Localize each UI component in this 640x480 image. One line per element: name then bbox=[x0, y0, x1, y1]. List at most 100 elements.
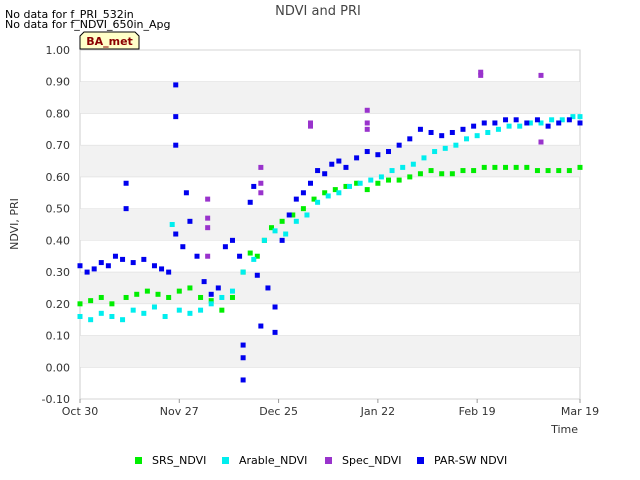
data-point bbox=[173, 114, 179, 120]
data-point bbox=[453, 142, 459, 148]
data-point bbox=[258, 323, 264, 329]
x-tick-label: Oct 30 bbox=[62, 405, 99, 418]
data-point bbox=[77, 263, 83, 269]
data-point bbox=[84, 269, 90, 275]
data-point bbox=[293, 196, 299, 202]
data-point bbox=[577, 114, 583, 120]
y-tick-label: 0.70 bbox=[46, 139, 71, 152]
data-point bbox=[503, 117, 509, 123]
data-point bbox=[247, 199, 253, 205]
data-point bbox=[194, 253, 200, 259]
data-point bbox=[159, 266, 165, 272]
data-point bbox=[208, 291, 214, 297]
data-point bbox=[407, 136, 413, 142]
data-point bbox=[524, 120, 530, 126]
data-point bbox=[105, 263, 111, 269]
data-point bbox=[428, 168, 434, 174]
data-point bbox=[98, 260, 104, 266]
data-point bbox=[432, 149, 438, 155]
data-point bbox=[293, 218, 299, 224]
x-tick-label: Dec 25 bbox=[259, 405, 298, 418]
data-point bbox=[91, 266, 97, 272]
station-badge-label: BA_met bbox=[86, 35, 133, 48]
data-point bbox=[549, 117, 555, 123]
y-tick-label: 0.20 bbox=[46, 298, 71, 311]
data-point bbox=[478, 72, 484, 78]
y-tick-label: 0.40 bbox=[46, 234, 71, 247]
data-point bbox=[272, 304, 278, 310]
data-point bbox=[556, 120, 562, 126]
data-point bbox=[123, 294, 129, 300]
data-point bbox=[364, 126, 370, 132]
data-point bbox=[176, 307, 182, 313]
data-point bbox=[187, 218, 193, 224]
data-point bbox=[176, 288, 182, 294]
grid-bands bbox=[80, 49, 580, 400]
data-point bbox=[439, 171, 445, 177]
data-point bbox=[375, 152, 381, 158]
data-point bbox=[357, 180, 363, 186]
data-point bbox=[464, 136, 470, 142]
data-point bbox=[261, 237, 267, 243]
ndvi-pri-chart: -0.100.000.100.200.300.400.500.600.700.8… bbox=[5, 4, 599, 467]
data-point bbox=[492, 164, 498, 170]
y-axis-title: NDVI, PRI bbox=[8, 198, 21, 250]
data-point bbox=[343, 164, 349, 170]
data-point bbox=[364, 107, 370, 113]
data-point bbox=[229, 288, 235, 294]
legend-label: Arable_NDVI bbox=[239, 454, 307, 467]
data-point bbox=[205, 225, 211, 231]
data-point bbox=[364, 187, 370, 193]
data-point bbox=[141, 310, 147, 316]
data-point bbox=[205, 215, 211, 221]
data-point bbox=[471, 168, 477, 174]
x-tick-label: Nov 27 bbox=[160, 405, 199, 418]
data-point bbox=[112, 253, 118, 259]
data-point bbox=[389, 168, 395, 174]
data-point bbox=[428, 129, 434, 135]
grid-band bbox=[80, 145, 580, 177]
data-point bbox=[347, 183, 353, 189]
data-point bbox=[98, 294, 104, 300]
data-point bbox=[219, 294, 225, 300]
data-point bbox=[300, 190, 306, 196]
data-point bbox=[120, 317, 126, 323]
data-point bbox=[315, 168, 321, 174]
data-point bbox=[534, 117, 540, 123]
station-badge: BA_met bbox=[79, 31, 140, 50]
data-point bbox=[219, 307, 225, 313]
x-tick-label: Feb 19 bbox=[459, 405, 496, 418]
data-point bbox=[254, 272, 260, 278]
x-tick-labels: Oct 30 Nov 27 Dec 25 Jan 22 Feb 19 Mar 19 bbox=[62, 399, 599, 418]
data-point bbox=[123, 180, 129, 186]
grid-band bbox=[80, 81, 580, 114]
no-data-note-2: No data for f_NDVI_650in_Apg bbox=[5, 18, 171, 31]
data-point bbox=[503, 164, 509, 170]
data-point bbox=[109, 314, 115, 320]
data-point bbox=[258, 164, 264, 170]
data-point bbox=[460, 126, 466, 132]
data-point bbox=[556, 168, 562, 174]
y-tick-label: 0.30 bbox=[46, 266, 71, 279]
x-tick-label: Mar 19 bbox=[561, 405, 599, 418]
data-point bbox=[187, 310, 193, 316]
data-point bbox=[77, 314, 83, 320]
data-point bbox=[460, 168, 466, 174]
data-point bbox=[364, 149, 370, 155]
grid-band bbox=[80, 208, 580, 241]
data-point bbox=[545, 123, 551, 129]
data-point bbox=[442, 145, 448, 151]
data-point bbox=[534, 168, 540, 174]
data-point bbox=[378, 174, 384, 180]
legend-swatch bbox=[135, 457, 142, 464]
data-point bbox=[513, 164, 519, 170]
data-point bbox=[155, 291, 161, 297]
grid-band bbox=[80, 335, 580, 368]
data-point bbox=[329, 161, 335, 167]
data-point bbox=[279, 218, 285, 224]
data-point bbox=[495, 126, 501, 132]
data-point bbox=[485, 129, 491, 135]
y-tick-label: 0.60 bbox=[46, 171, 71, 184]
legend-swatch bbox=[417, 457, 424, 464]
data-point bbox=[410, 161, 416, 167]
